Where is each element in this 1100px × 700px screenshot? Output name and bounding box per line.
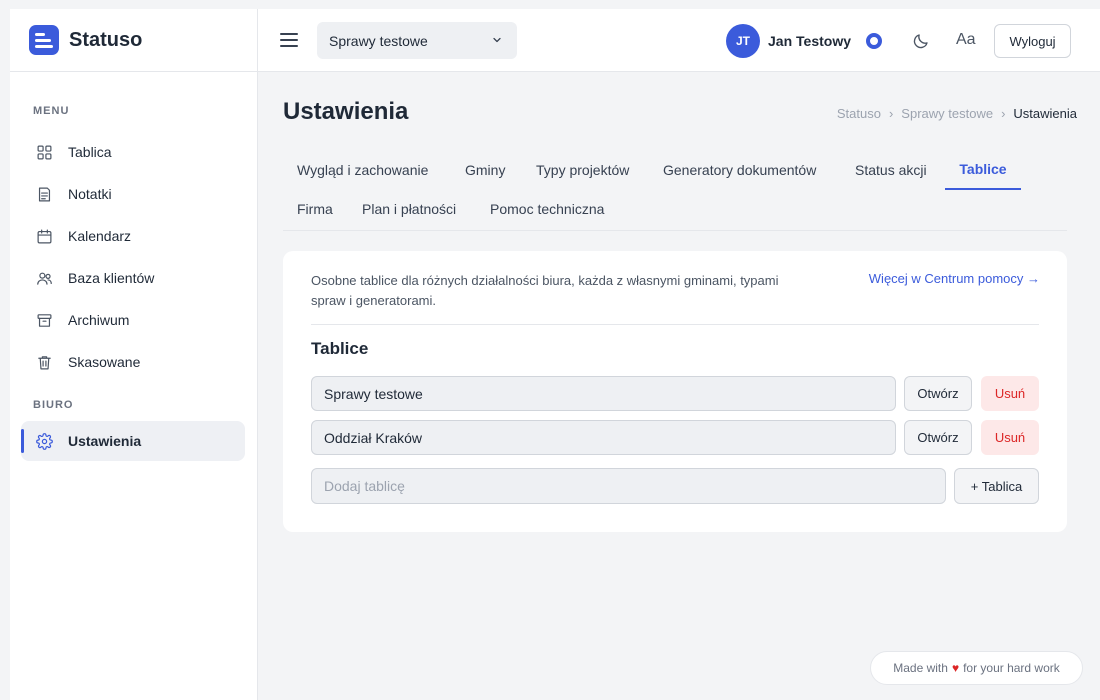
biuro-heading: BIURO [33, 399, 74, 411]
board-row: Sprawy testowe Otwórz Usuń [311, 376, 1039, 411]
footer-text: Made with [893, 661, 948, 675]
sidebar-item-label: Archiwum [68, 312, 130, 328]
users-icon [35, 269, 53, 287]
tab-firma[interactable]: Firma [283, 189, 347, 229]
sidebar-item-notatki[interactable]: Notatki [21, 173, 245, 215]
board-select[interactable]: Sprawy testowe [317, 22, 517, 59]
menu-heading: MENU [33, 105, 70, 117]
sidebar: Statuso MENU Tablica Notatki Kalendarz B… [10, 9, 258, 700]
tab-gminy[interactable]: Gminy [451, 150, 519, 190]
sidebar-item-ustawienia[interactable]: Ustawienia [21, 421, 245, 461]
sidebar-item-label: Kalendarz [68, 228, 132, 244]
sidebar-item-kalendarz[interactable]: Kalendarz [21, 215, 245, 257]
settings-tabs: Wygląd i zachowanie Gminy Typy projektów… [283, 150, 1067, 231]
breadcrumb-item[interactable]: Sprawy testowe [901, 106, 993, 121]
made-with-badge: Made with ♥ for your hard work [870, 651, 1083, 685]
boards-card: Osobne tablice dla różnych działalności … [283, 251, 1067, 532]
tab-wyglad[interactable]: Wygląd i zachowanie [283, 150, 442, 190]
avatar: JT [726, 24, 760, 58]
breadcrumb-current: Ustawienia [1013, 106, 1077, 121]
sidebar-item-label: Tablica [68, 144, 112, 160]
hamburger-icon[interactable] [280, 33, 298, 47]
font-size-toggle[interactable]: Aa [956, 31, 976, 49]
tab-typy-projektow[interactable]: Typy projektów [522, 150, 643, 190]
boards-description: Osobne tablice dla różnych działalności … [311, 273, 779, 308]
archive-icon [35, 311, 53, 329]
tab-generatory[interactable]: Generatory dokumentów [649, 150, 830, 190]
footer-text: for your hard work [963, 661, 1060, 675]
board-select-value: Sprawy testowe [329, 32, 428, 49]
delete-board-button[interactable]: Usuń [981, 376, 1039, 411]
trash-icon [35, 353, 53, 371]
tab-pomoc-techniczna[interactable]: Pomoc techniczna [476, 189, 618, 229]
sidebar-item-label: Skasowane [68, 354, 141, 370]
breadcrumb: Statuso › Sprawy testowe › Ustawienia [837, 106, 1077, 121]
breadcrumb-item[interactable]: Statuso [837, 106, 881, 121]
tab-plan-platnosci[interactable]: Plan i płatności [348, 189, 470, 229]
add-board-input[interactable] [311, 468, 946, 504]
grid-icon [35, 143, 53, 161]
app: Statuso MENU Tablica Notatki Kalendarz B… [10, 9, 1100, 700]
page-title: Ustawienia [283, 98, 409, 125]
add-board-row: + Tablica [311, 468, 1039, 504]
open-board-button[interactable]: Otwórz [904, 376, 972, 411]
tab-tablice[interactable]: Tablice [945, 150, 1021, 190]
divider [311, 324, 1039, 325]
user-menu[interactable]: JT Jan Testowy [726, 24, 851, 58]
sidebar-item-skasowane[interactable]: Skasowane [21, 341, 245, 383]
help-center-link[interactable]: Więcej w Centrum pomocy → [869, 271, 1040, 286]
add-board-button[interactable]: + Tablica [954, 468, 1039, 504]
board-name-field[interactable]: Oddział Kraków [311, 420, 896, 455]
sidebar-item-label: Ustawienia [68, 433, 142, 449]
sidebar-item-tablica[interactable]: Tablica [21, 131, 245, 173]
board-row: Oddział Kraków Otwórz Usuń [311, 420, 1039, 455]
tab-status-akcji[interactable]: Status akcji [841, 150, 941, 190]
logo-icon [29, 25, 59, 55]
brand-name: Statuso [69, 28, 143, 51]
sidebar-item-archiwum[interactable]: Archiwum [21, 299, 245, 341]
topbar: Sprawy testowe JT Jan Testowy Aa Wyloguj [258, 9, 1100, 72]
user-name: Jan Testowy [768, 33, 851, 49]
moon-icon[interactable] [912, 32, 930, 50]
brand[interactable]: Statuso [10, 9, 257, 72]
breadcrumb-separator: › [888, 106, 894, 121]
sidebar-item-baza-klientow[interactable]: Baza klientów [21, 257, 245, 299]
board-name-field[interactable]: Sprawy testowe [311, 376, 896, 411]
chevron-down-icon [493, 37, 501, 43]
sidebar-item-label: Notatki [68, 186, 112, 202]
status-indicator-icon[interactable] [866, 33, 882, 49]
sidebar-item-label: Baza klientów [68, 270, 155, 286]
section-title: Tablice [311, 339, 369, 358]
logout-button[interactable]: Wyloguj [994, 24, 1071, 58]
calendar-icon [35, 227, 53, 245]
breadcrumb-separator: › [1001, 106, 1006, 121]
delete-board-button[interactable]: Usuń [981, 420, 1039, 455]
heart-icon: ♥ [951, 661, 960, 675]
note-icon [35, 185, 53, 203]
gear-icon [35, 432, 53, 450]
open-board-button[interactable]: Otwórz [904, 420, 972, 455]
